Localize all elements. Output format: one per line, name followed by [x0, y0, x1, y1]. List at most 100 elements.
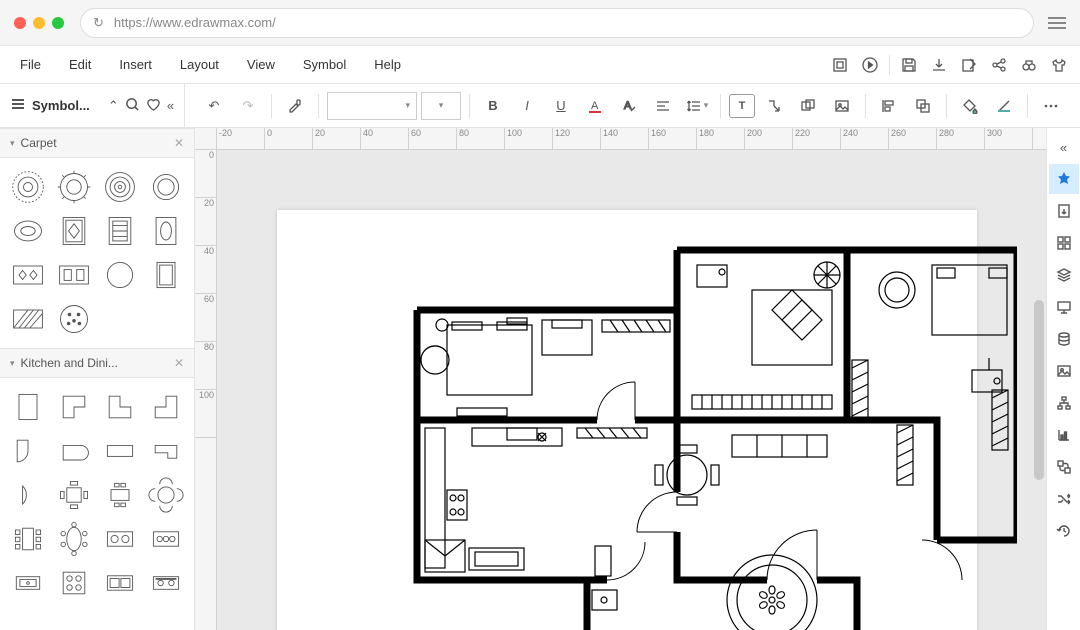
counter-straight[interactable] [8, 388, 48, 426]
carpet-runner-squares[interactable] [54, 256, 94, 294]
tree-panel-icon[interactable] [1049, 388, 1079, 418]
group-icon[interactable] [908, 91, 938, 121]
menu-edit[interactable]: Edit [55, 51, 105, 78]
navigator-panel-icon[interactable] [1049, 452, 1079, 482]
maximize-window-icon[interactable] [52, 17, 64, 29]
heart-icon[interactable] [146, 97, 161, 115]
font-size-select[interactable]: ▾ [421, 92, 461, 120]
counter-short[interactable] [100, 432, 140, 470]
chart-panel-icon[interactable] [1049, 420, 1079, 450]
export-icon[interactable] [954, 50, 984, 80]
close-window-icon[interactable] [14, 17, 26, 29]
stove-4burner[interactable] [54, 564, 94, 602]
expand-right-icon[interactable]: « [1049, 132, 1079, 162]
sink-single[interactable] [8, 564, 48, 602]
carpet-spiral[interactable] [100, 168, 140, 206]
collapse-left-icon[interactable]: « [167, 98, 174, 113]
style-panel-icon[interactable] [1049, 164, 1079, 194]
stove-top-1[interactable] [100, 520, 140, 558]
history-panel-icon[interactable] [1049, 516, 1079, 546]
counter-l-1[interactable] [54, 388, 94, 426]
font-family-select[interactable]: ▾ [327, 92, 417, 120]
font-color-icon[interactable]: A [580, 91, 610, 121]
redo-icon[interactable]: ↷ [233, 91, 263, 121]
line-style-icon[interactable] [989, 91, 1019, 121]
table-long-6[interactable] [8, 520, 48, 558]
binoculars-icon[interactable] [1014, 50, 1044, 80]
image-panel-icon[interactable] [1049, 356, 1079, 386]
page[interactable] [277, 210, 977, 630]
download-icon[interactable] [924, 50, 954, 80]
table-half-round[interactable] [8, 476, 48, 514]
floorplan-drawing[interactable] [377, 240, 1017, 630]
minimize-window-icon[interactable] [33, 17, 45, 29]
presentation-panel-icon[interactable] [1049, 292, 1079, 322]
underline-icon[interactable]: U [546, 91, 576, 121]
line-spacing-icon[interactable]: ▾ [682, 91, 712, 121]
menu-view[interactable]: View [233, 51, 289, 78]
table-square-4[interactable] [54, 476, 94, 514]
play-icon[interactable] [855, 50, 885, 80]
menu-symbol[interactable]: Symbol [289, 51, 360, 78]
table-oval-6[interactable] [54, 520, 94, 558]
url-bar[interactable]: ↻ https://www.edrawmax.com/ [80, 8, 1034, 38]
carpet-dots[interactable] [54, 300, 94, 338]
carpet-circle-small[interactable] [146, 168, 186, 206]
counter-curve[interactable] [8, 432, 48, 470]
chevron-up-icon[interactable]: ⌃ [108, 98, 119, 114]
more-icon[interactable] [1036, 91, 1066, 121]
carpet-gear[interactable] [54, 168, 94, 206]
align-objects-icon[interactable] [874, 91, 904, 121]
tshirt-icon[interactable] [1044, 50, 1074, 80]
connector-icon[interactable] [759, 91, 789, 121]
clear-format-icon[interactable]: A [614, 91, 644, 121]
export-panel-icon[interactable] [1049, 196, 1079, 226]
carpet-hatch[interactable] [8, 300, 48, 338]
table-round-4[interactable] [146, 476, 186, 514]
menu-file[interactable]: File [6, 51, 55, 78]
menu-insert[interactable]: Insert [105, 51, 166, 78]
layers-panel-icon[interactable] [1049, 260, 1079, 290]
reload-icon[interactable]: ↻ [93, 15, 104, 31]
carpet-runner-diamond[interactable] [8, 256, 48, 294]
carpet-rect-oval[interactable] [146, 212, 186, 250]
carpet-rect-lines[interactable] [100, 212, 140, 250]
image-icon[interactable] [827, 91, 857, 121]
carpet-rect-diamond[interactable] [54, 212, 94, 250]
canvas[interactable] [217, 150, 1046, 630]
close-icon[interactable]: ✕ [174, 136, 184, 150]
search-icon[interactable] [125, 97, 140, 115]
library-icon[interactable] [10, 96, 26, 115]
shuffle-panel-icon[interactable] [1049, 484, 1079, 514]
text-box-icon[interactable]: T [729, 94, 755, 118]
shape-icon[interactable] [793, 91, 823, 121]
scrollbar-vertical[interactable] [1034, 300, 1044, 480]
close-icon[interactable]: ✕ [174, 356, 184, 370]
undo-icon[interactable]: ↶ [199, 91, 229, 121]
cooktop-flat[interactable] [146, 564, 186, 602]
align-icon[interactable] [648, 91, 678, 121]
format-brush-icon[interactable] [280, 91, 310, 121]
fill-icon[interactable] [955, 91, 985, 121]
bold-icon[interactable]: B [478, 91, 508, 121]
table-rect-4[interactable] [100, 476, 140, 514]
share-icon[interactable] [984, 50, 1014, 80]
save-icon[interactable] [894, 50, 924, 80]
grid-panel-icon[interactable] [1049, 228, 1079, 258]
carpet-circle-plain[interactable] [100, 256, 140, 294]
menu-layout[interactable]: Layout [166, 51, 233, 78]
carpet-round-fancy[interactable] [8, 168, 48, 206]
sink-double[interactable] [100, 564, 140, 602]
counter-round-end[interactable] [54, 432, 94, 470]
italic-icon[interactable]: I [512, 91, 542, 121]
counter-l-2[interactable] [100, 388, 140, 426]
fit-page-icon[interactable] [825, 50, 855, 80]
menu-help[interactable]: Help [360, 51, 415, 78]
browser-menu-icon[interactable] [1048, 17, 1066, 29]
panel-kitchen-header[interactable]: ▾ Kitchen and Dini... ✕ [0, 348, 194, 378]
counter-corner[interactable] [146, 432, 186, 470]
panel-carpet-header[interactable]: ▾ Carpet ✕ [0, 128, 194, 158]
counter-l-3[interactable] [146, 388, 186, 426]
carpet-oval[interactable] [8, 212, 48, 250]
stove-top-2[interactable] [146, 520, 186, 558]
